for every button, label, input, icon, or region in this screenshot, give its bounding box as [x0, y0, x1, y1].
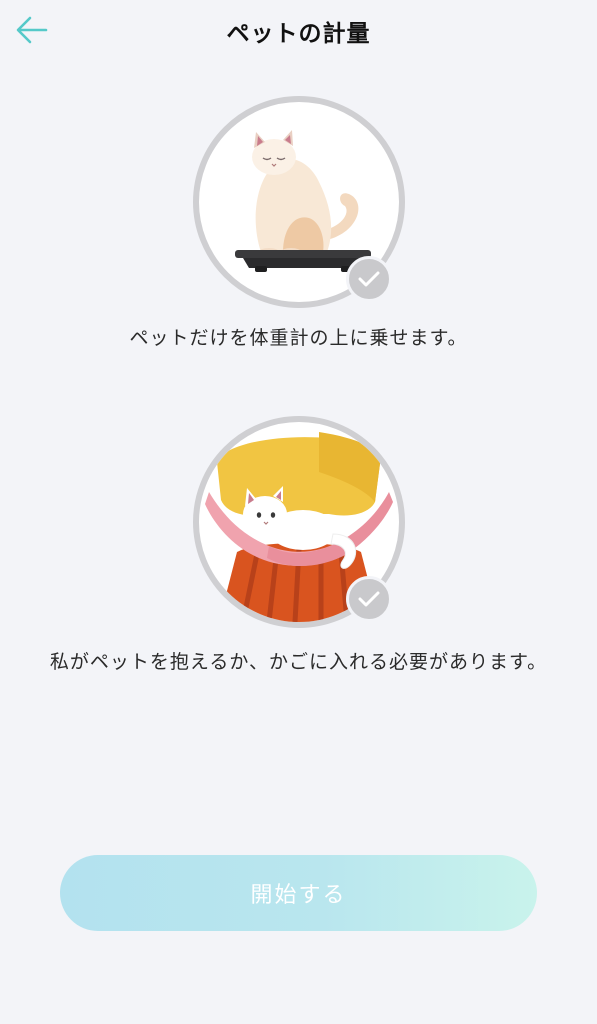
pet-weighing-screen: ペットの計量 ペットだけを体重計の上に乗せます。 私がペットを抱えるか、かごに入… — [0, 0, 597, 1024]
start-button[interactable]: 開始する — [60, 855, 537, 931]
page-title: ペットの計量 — [226, 21, 371, 47]
step1-caption: ペットだけを体重計の上に乗せます。 — [129, 327, 468, 349]
header: ペットの計量 — [0, 0, 597, 60]
check-icon — [358, 271, 380, 287]
step2-check-badge — [346, 576, 392, 622]
step2-caption: 私がペットを抱えるか、かごに入れる必要があります。 — [49, 651, 548, 673]
step1-check-badge — [346, 256, 392, 302]
check-icon — [358, 591, 380, 607]
start-button-label: 開始する — [250, 883, 347, 908]
